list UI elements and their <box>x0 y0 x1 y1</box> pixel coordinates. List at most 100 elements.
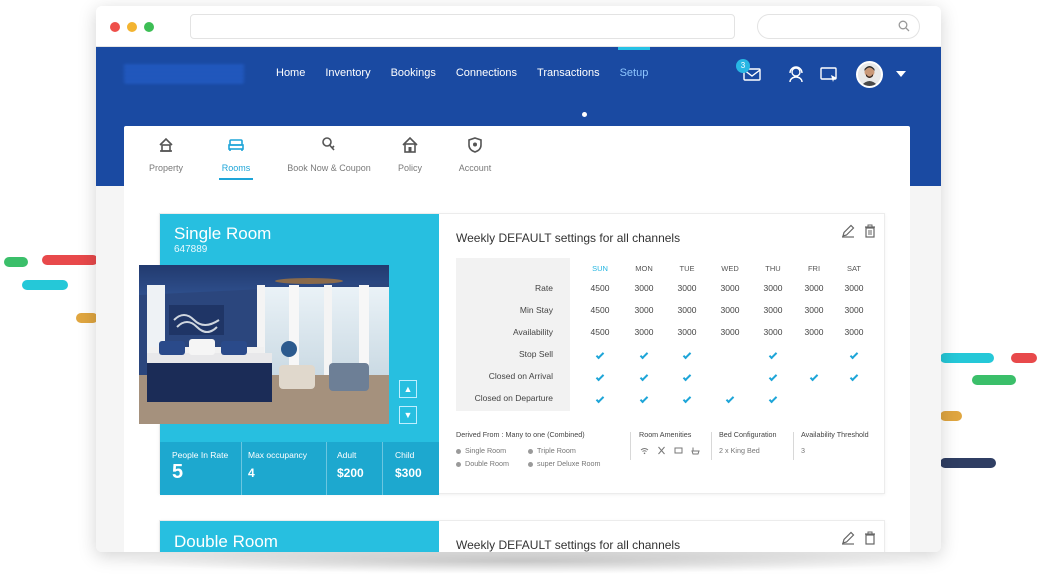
edit-pencil-icon[interactable] <box>841 224 855 238</box>
bath-icon <box>691 447 700 455</box>
weekly-settings-title: Weekly DEFAULT settings for all channels <box>456 231 681 245</box>
availability-cell[interactable]: 3000 <box>753 321 793 343</box>
checkmark-icon[interactable] <box>834 365 874 387</box>
derived-item-label: Single Room <box>465 446 507 455</box>
min-stay-cell[interactable]: 3000 <box>710 299 750 321</box>
availability-row: Availability 4500 3000 3000 3000 3000 30… <box>456 321 872 343</box>
search-icon[interactable] <box>898 20 910 32</box>
stat-label: Child <box>395 450 415 460</box>
rate-cell[interactable]: 3000 <box>834 277 874 299</box>
house-icon <box>402 136 418 153</box>
delete-trash-icon[interactable] <box>863 224 877 238</box>
derived-from-label: Derived From : Many to one (Combined) <box>456 430 585 439</box>
checkmark-icon[interactable] <box>753 365 793 387</box>
availability-cell[interactable]: 3000 <box>834 321 874 343</box>
setup-tabs-panel: Property Rooms Book Now & Coupon Policy … <box>124 126 910 186</box>
check-glyph <box>768 394 778 404</box>
availability-cell[interactable]: 3000 <box>794 321 834 343</box>
min-stay-cell[interactable]: 3000 <box>753 299 793 321</box>
stat-label: Adult <box>337 450 357 460</box>
property-icon <box>159 137 173 152</box>
close-dot[interactable] <box>110 22 120 32</box>
rate-row: Rate 4500 3000 3000 3000 3000 3000 3000 <box>456 277 872 299</box>
tab-rooms[interactable]: Rooms <box>207 126 265 186</box>
avatar-face-icon <box>858 63 881 86</box>
nav-inventory[interactable]: Inventory <box>315 47 380 102</box>
main-menu: Home Inventory Bookings Connections Tran… <box>266 47 658 102</box>
availability-cell[interactable]: 3000 <box>624 321 664 343</box>
min-stay-cell[interactable]: 3000 <box>834 299 874 321</box>
support-agent-icon[interactable] <box>785 63 807 85</box>
checkmark-icon[interactable] <box>710 387 750 409</box>
derived-item: Single Room <box>456 446 506 455</box>
row-label: Stop Sell <box>518 349 553 359</box>
checkmark-icon[interactable] <box>753 343 793 365</box>
availability-cell[interactable]: 3000 <box>710 321 750 343</box>
user-avatar[interactable] <box>856 61 883 88</box>
checkmark-icon[interactable] <box>580 387 620 409</box>
check-glyph <box>725 394 735 404</box>
checkmark-icon[interactable] <box>624 343 664 365</box>
maximize-dot[interactable] <box>144 22 154 32</box>
checkmark-icon[interactable] <box>667 343 707 365</box>
derived-item-label: Triple Room <box>537 446 576 455</box>
tv-icon <box>674 447 683 454</box>
checkmark-icon[interactable] <box>667 387 707 409</box>
nav-transactions[interactable]: Transactions <box>527 47 610 102</box>
monitor-cursor-icon[interactable] <box>818 63 840 85</box>
divider <box>711 432 712 460</box>
min-stay-cell[interactable]: 3000 <box>667 299 707 321</box>
room-details-footer: Derived From : Many to one (Combined) Si… <box>456 430 886 490</box>
availability-cell[interactable]: 4500 <box>580 321 620 343</box>
nav-bookings[interactable]: Bookings <box>381 47 446 102</box>
checkmark-icon[interactable] <box>834 343 874 365</box>
brand-logo[interactable] <box>124 63 244 83</box>
availability-cell[interactable]: 3000 <box>667 321 707 343</box>
min-stay-cell[interactable]: 4500 <box>580 299 620 321</box>
checkmark-icon[interactable] <box>794 365 834 387</box>
nav-connections[interactable]: Connections <box>446 47 527 102</box>
stat-child: Child $300 <box>383 442 439 495</box>
check-glyph <box>682 394 692 404</box>
bed-icon <box>228 139 244 151</box>
row-label: Closed on Arrival <box>488 371 553 381</box>
bed-configuration-value: 2 x King Bed <box>719 446 760 455</box>
delete-trash-icon[interactable] <box>863 531 877 545</box>
address-bar[interactable] <box>190 14 735 39</box>
tab-property[interactable]: Property <box>137 126 195 186</box>
checkmark-icon[interactable] <box>580 343 620 365</box>
min-stay-cell[interactable]: 3000 <box>794 299 834 321</box>
edit-pencil-icon[interactable] <box>841 531 855 545</box>
checkmark-icon[interactable] <box>667 365 707 387</box>
checkmark-icon[interactable] <box>753 387 793 409</box>
photo-up-button[interactable]: ▲ <box>399 380 417 398</box>
nav-setup[interactable]: Setup <box>610 47 659 102</box>
nav-home[interactable]: Home <box>266 47 315 102</box>
rate-cell[interactable]: 3000 <box>710 277 750 299</box>
key-icon <box>322 137 335 151</box>
checkmark-icon[interactable] <box>580 365 620 387</box>
stage: Home Inventory Bookings Connections Tran… <box>0 0 1038 576</box>
decor-streak <box>42 255 98 265</box>
room-photo <box>139 265 389 424</box>
checkmark-icon[interactable] <box>624 365 664 387</box>
min-stay-cell[interactable]: 3000 <box>624 299 664 321</box>
rate-cell[interactable]: 3000 <box>667 277 707 299</box>
tab-account[interactable]: Account <box>447 126 503 186</box>
room-card: Single Room 647889 ▲ ▼ People In Rate 5 … <box>139 213 886 495</box>
bullet-icon <box>456 461 461 467</box>
browser-search[interactable] <box>757 14 920 39</box>
rate-cell[interactable]: 3000 <box>794 277 834 299</box>
check-glyph <box>639 394 649 404</box>
photo-down-button[interactable]: ▼ <box>399 406 417 424</box>
derived-item: Triple Room <box>528 446 576 455</box>
check-glyph <box>849 350 859 360</box>
tab-book-now-coupon[interactable]: Book Now & Coupon <box>279 126 379 186</box>
minimize-dot[interactable] <box>127 22 137 32</box>
user-menu-chevron-down-icon[interactable] <box>896 71 906 77</box>
rate-cell[interactable]: 3000 <box>753 277 793 299</box>
checkmark-icon[interactable] <box>624 387 664 409</box>
tab-policy[interactable]: Policy <box>385 126 435 186</box>
rate-cell[interactable]: 4500 <box>580 277 620 299</box>
rate-cell[interactable]: 3000 <box>624 277 664 299</box>
